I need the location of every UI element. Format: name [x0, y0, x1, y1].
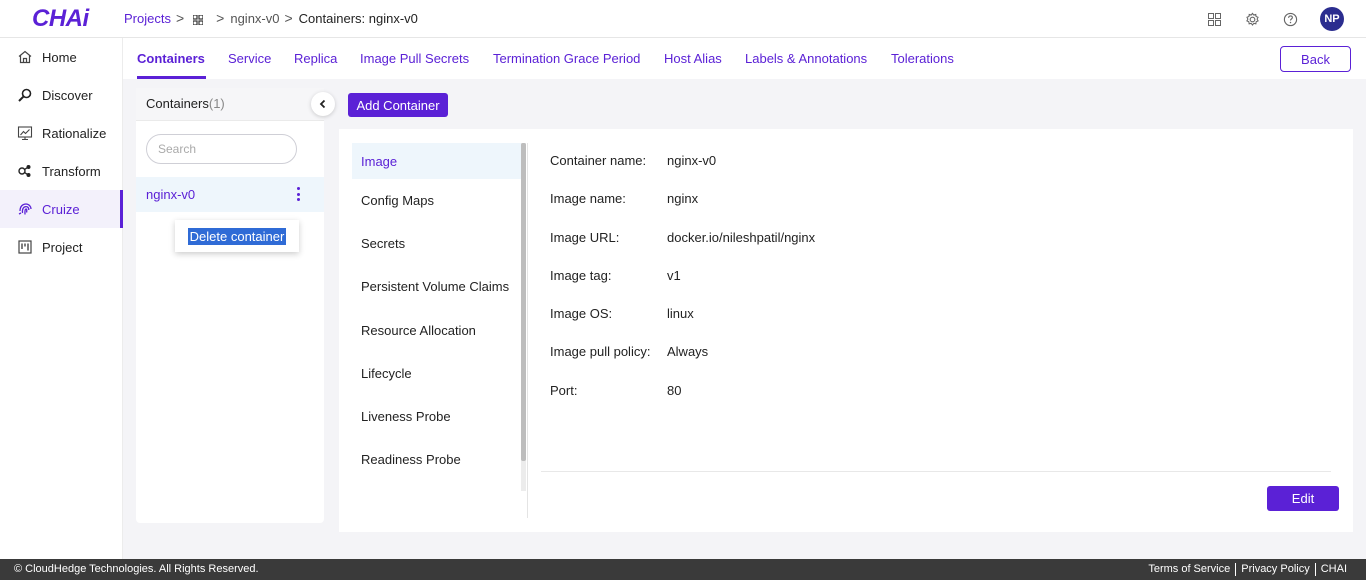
chevron-left-icon	[318, 97, 328, 112]
field-label: Image pull policy:	[550, 344, 651, 360]
field-value: 80	[667, 382, 682, 398]
help-icon[interactable]	[1282, 11, 1298, 27]
tab-host-alias[interactable]: Host Alias	[664, 51, 722, 66]
field-label: Container name:	[550, 153, 647, 168]
magnify-icon	[16, 87, 33, 104]
sidebar-item-home[interactable]: Home	[0, 38, 122, 76]
breadcrumb-projects[interactable]: Projects	[124, 11, 171, 26]
main-content: Containers Service Replica Image Pull Se…	[123, 38, 1366, 559]
subnav-item-secrets[interactable]: Secrets	[352, 222, 522, 265]
containers-header: Containers(1)	[136, 88, 324, 121]
sidebar-item-label: Cruize	[42, 201, 80, 217]
sidebar-item-discover[interactable]: Discover	[0, 76, 122, 114]
containers-count: (1)	[208, 96, 225, 111]
breadcrumb-current: Containers: nginx-v0	[298, 10, 418, 26]
subnav-item-liveness-probe[interactable]: Liveness Probe	[352, 395, 522, 438]
tab-labels-annotations[interactable]: Labels & Annotations	[745, 51, 867, 66]
field-value: docker.io/nileshpatil/nginx	[667, 229, 816, 245]
privacy-policy-link[interactable]: Privacy Policy	[1235, 563, 1314, 576]
container-detail-panel: Image Config Maps Secrets Persistent Vol…	[339, 129, 1353, 532]
breadcrumb-item[interactable]: nginx-v0	[230, 11, 279, 26]
context-menu: Delete container	[175, 220, 299, 252]
field-label: Image OS:	[550, 306, 613, 322]
sidebar-item-label: Transform	[42, 163, 101, 179]
active-tab-indicator	[137, 76, 206, 79]
top-header: CHAi Projects > > nginx-v0 > Containers:…	[0, 0, 1366, 38]
sidebar-item-label: Rationalize	[42, 125, 107, 141]
sidebar-item-cruize[interactable]: Cruize	[0, 190, 123, 228]
apps-grid-icon[interactable]	[1206, 11, 1222, 27]
search-input[interactable]	[146, 134, 297, 164]
sidebar-item-transform[interactable]: Transform	[0, 152, 122, 190]
footer-links: Terms of Service Privacy Policy CHAI	[1143, 563, 1352, 576]
subnav-scrollbar[interactable]	[521, 143, 526, 461]
fingerprint-icon	[16, 201, 33, 218]
collapse-panel-button[interactable]	[311, 92, 335, 116]
vertical-divider	[527, 143, 528, 518]
delete-container-menu-item[interactable]: Delete container	[187, 227, 287, 245]
tabs-bar: Containers Service Replica Image Pull Se…	[123, 38, 1366, 79]
containers-panel: Containers(1) nginx-v0	[136, 88, 324, 523]
sidebar: Home Discover Rationalize Transform Crui…	[0, 38, 123, 559]
tab-service[interactable]: Service	[228, 51, 271, 66]
field-value: linux	[667, 306, 694, 322]
field-label: Image name:	[550, 191, 626, 207]
field-value: nginx-v0	[667, 153, 717, 168]
sidebar-item-label: Discover	[42, 87, 93, 103]
edit-button[interactable]: Edit	[1267, 486, 1339, 511]
copyright-text: © CloudHedge Technologies. All Rights Re…	[14, 563, 259, 575]
field-value: v1	[667, 267, 681, 283]
add-container-button[interactable]: Add Container	[348, 93, 448, 117]
subnav-item-image[interactable]: Image	[352, 143, 522, 179]
tab-image-pull-secrets[interactable]: Image Pull Secrets	[360, 51, 469, 66]
breadcrumb-separator: >	[216, 10, 225, 26]
field-label: Port:	[550, 382, 578, 398]
subnav-item-lifecycle[interactable]: Lifecycle	[352, 352, 522, 395]
tab-replica[interactable]: Replica	[294, 51, 337, 66]
terms-of-service-link[interactable]: Terms of Service	[1143, 563, 1235, 576]
field-label: Image tag:	[550, 267, 612, 283]
container-subnav: Image Config Maps Secrets Persistent Vol…	[352, 143, 522, 481]
subnav-item-config-maps[interactable]: Config Maps	[352, 179, 522, 222]
user-avatar[interactable]: NP	[1320, 7, 1344, 31]
sidebar-item-label: Home	[42, 49, 77, 65]
field-value: Always	[667, 344, 709, 360]
footer: © CloudHedge Technologies. All Rights Re…	[0, 559, 1366, 580]
chai-logo[interactable]: CHAi	[32, 5, 89, 33]
container-name: nginx-v0	[146, 187, 196, 202]
sidebar-item-rationalize[interactable]: Rationalize	[0, 114, 122, 152]
transform-icon	[16, 163, 33, 180]
home-icon	[16, 49, 33, 66]
breadcrumb: Projects > > nginx-v0 > Containers: ngin…	[124, 10, 418, 26]
header-actions: NP	[1206, 7, 1344, 31]
kebab-menu-icon[interactable]	[296, 187, 300, 201]
tab-termination-grace-period[interactable]: Termination Grace Period	[493, 51, 640, 66]
subnav-item-resource-allocation[interactable]: Resource Allocation	[352, 309, 522, 352]
grid-icon[interactable]	[192, 13, 204, 26]
gear-icon[interactable]	[1244, 11, 1260, 27]
board-icon	[16, 239, 33, 256]
sidebar-item-project[interactable]: Project	[0, 228, 122, 266]
list-item[interactable]: nginx-v0	[136, 177, 324, 212]
chai-link[interactable]: CHAI	[1314, 563, 1352, 576]
subnav-item-persistent-volume-claims[interactable]: Persistent Volume Claims	[352, 265, 522, 308]
breadcrumb-separator: >	[284, 10, 293, 26]
chart-icon	[16, 125, 33, 142]
field-value: nginx	[667, 191, 699, 207]
breadcrumb-separator: >	[175, 10, 185, 26]
subnav-item-readiness-probe[interactable]: Readiness Probe	[352, 438, 522, 481]
tab-tolerations[interactable]: Tolerations	[891, 51, 954, 66]
containers-title: Containers	[146, 96, 209, 111]
tab-containers[interactable]: Containers	[137, 51, 205, 66]
back-button[interactable]: Back	[1280, 46, 1351, 72]
field-label: Image URL:	[550, 229, 620, 245]
sidebar-item-label: Project	[42, 239, 83, 255]
horizontal-divider	[541, 471, 1331, 472]
